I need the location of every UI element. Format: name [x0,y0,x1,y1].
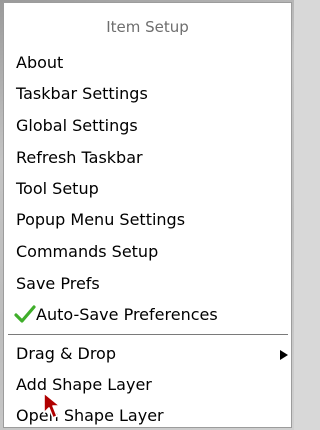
menu-item-tool-setup[interactable]: Tool Setup [4,173,291,204]
menu-item-popup-menu-settings[interactable]: Popup Menu Settings [4,204,291,235]
menu-item-commands-setup[interactable]: Commands Setup [4,236,291,267]
menu-item-label: Auto-Save Preferences [36,305,218,324]
menu-item-label: Save Prefs [16,274,100,293]
item-setup-popup-menu: Item Setup About Taskbar Settings Global… [3,2,292,428]
menu-item-label: Drag & Drop [16,344,116,363]
menu-item-label: Open Shape Layer [16,406,164,425]
menu-item-label: Popup Menu Settings [16,210,186,229]
menu-item-label: Global Settings [16,116,138,135]
menu-item-drag-and-drop[interactable]: Drag & Drop [4,338,291,369]
menu-item-save-prefs[interactable]: Save Prefs [4,268,291,299]
menu-item-label: Taskbar Settings [16,84,148,103]
menu-item-label: About [16,53,64,72]
submenu-arrow-icon [280,350,288,360]
menu-item-about[interactable]: About [4,47,291,78]
menu-item-refresh-taskbar[interactable]: Refresh Taskbar [4,142,291,173]
menu-separator [8,334,288,336]
menu-item-label: Refresh Taskbar [16,148,143,167]
menu-title: Item Setup [106,18,189,36]
checkmark-icon [14,302,36,323]
menu-item-taskbar-settings[interactable]: Taskbar Settings [4,78,291,109]
menu-item-label: Commands Setup [16,242,159,261]
menu-item-label: Add Shape Layer [16,375,152,394]
menu-item-auto-save-preferences[interactable]: Auto-Save Preferences [4,299,291,330]
mouse-pointer-icon [42,391,70,421]
menu-item-global-settings[interactable]: Global Settings [4,110,291,141]
menu-item-label: Tool Setup [16,179,99,198]
